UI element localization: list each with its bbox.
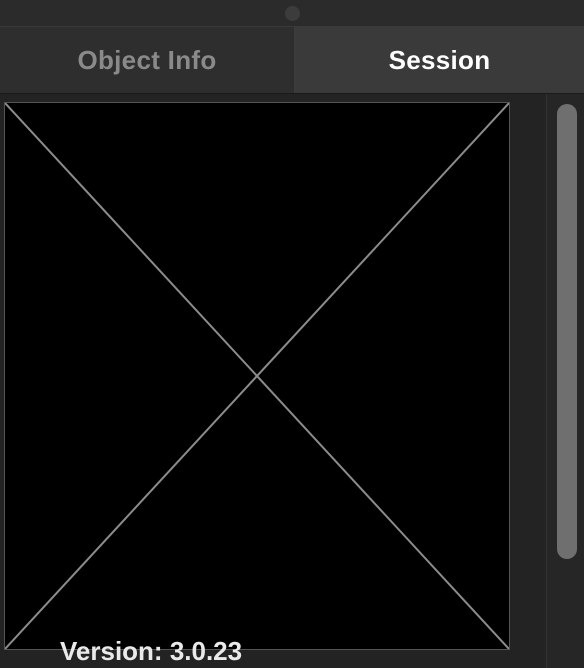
vertical-scrollbar[interactable] — [546, 94, 584, 668]
preview-image-placeholder — [4, 102, 510, 650]
drag-handle-icon[interactable] — [285, 6, 300, 21]
session-panel: Object Info Session Version: 3.0.23 — [0, 0, 584, 668]
scrollbar-thumb[interactable] — [557, 104, 577, 559]
tab-session[interactable]: Session — [295, 27, 584, 93]
panel-header-strip — [0, 0, 584, 27]
tab-object-info[interactable]: Object Info — [0, 27, 295, 93]
tab-object-info-label: Object Info — [77, 44, 217, 75]
version-label: Version: 3.0.23 — [60, 636, 243, 666]
tab-session-label: Session — [388, 44, 491, 75]
empty-image-placeholder-icon — [5, 103, 509, 649]
session-content — [0, 94, 546, 668]
tab-bar: Object Info Session — [0, 27, 584, 94]
